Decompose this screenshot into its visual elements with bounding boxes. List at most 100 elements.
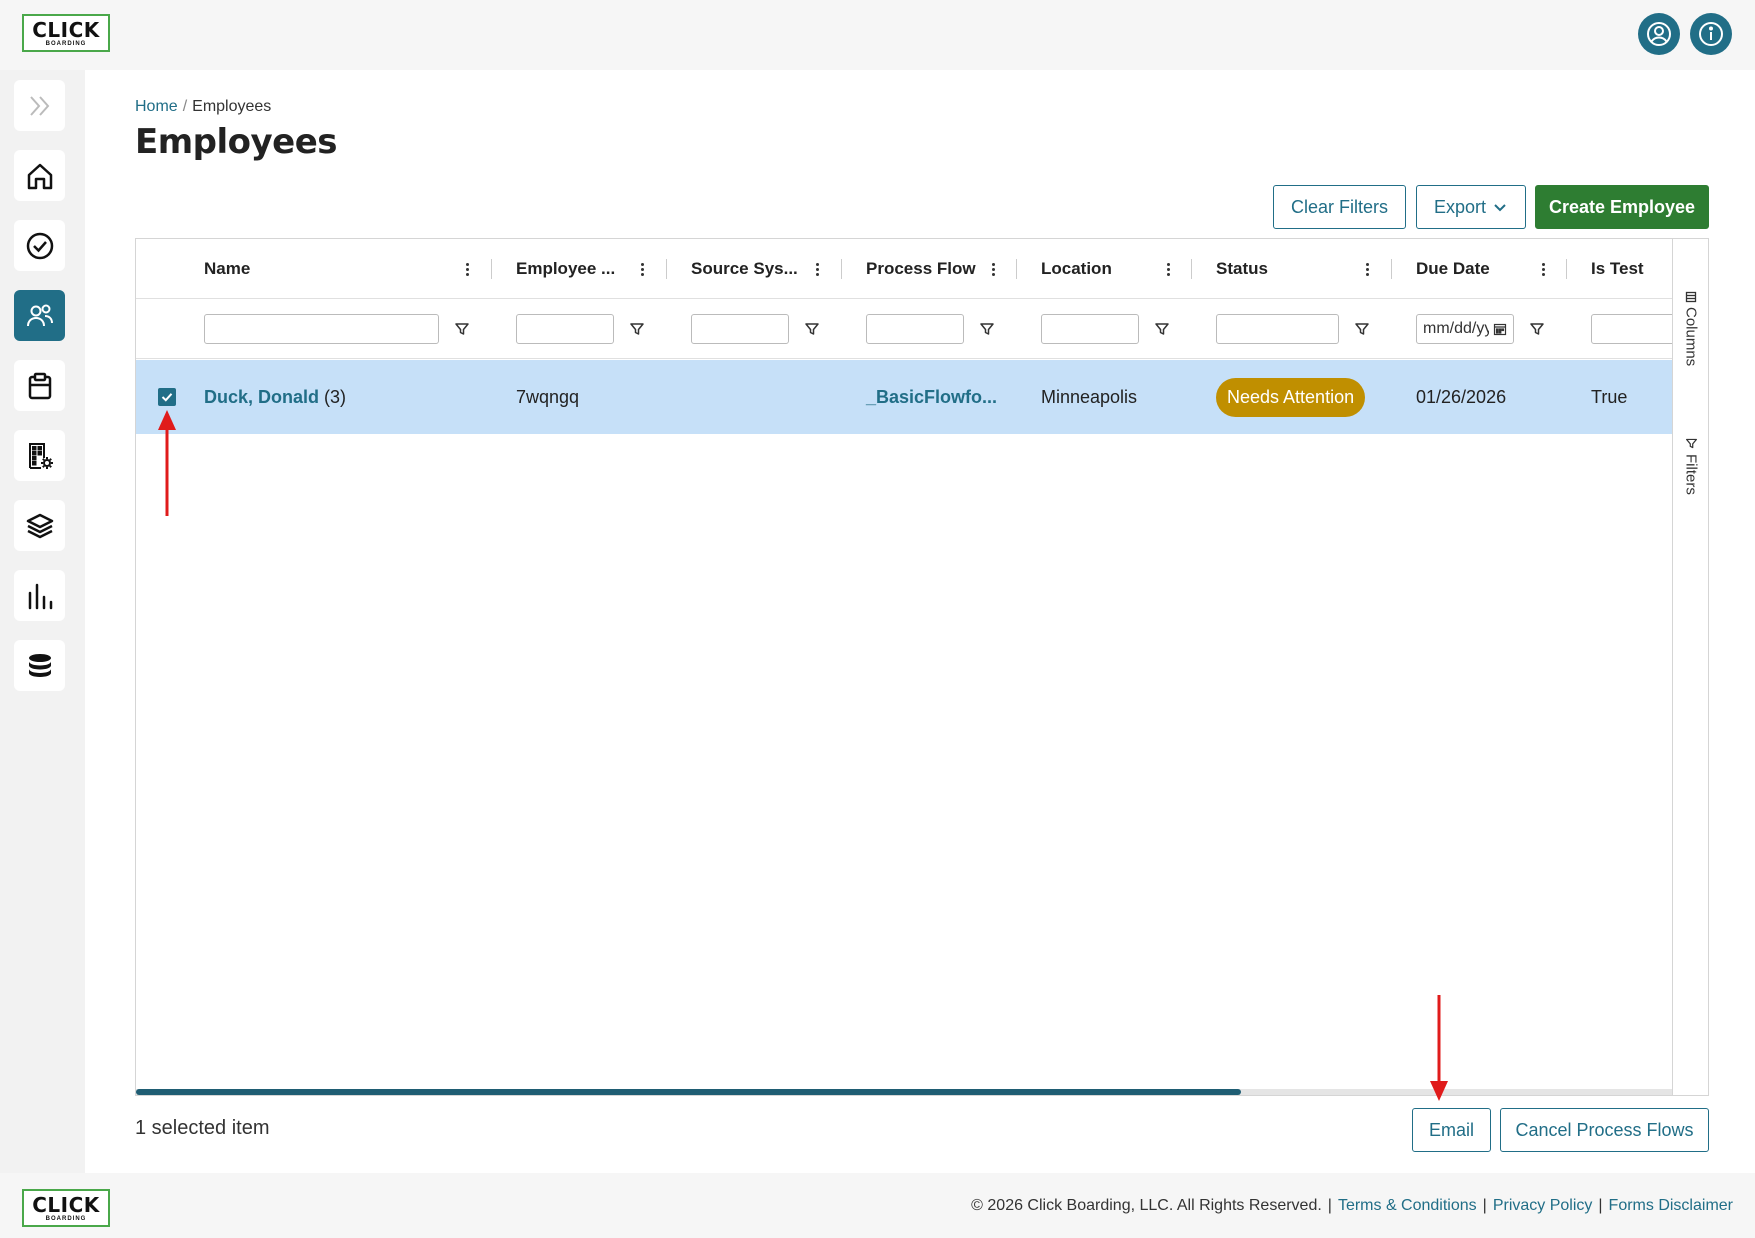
sidebar	[0, 70, 85, 1173]
sidebar-item-home[interactable]	[14, 150, 65, 201]
columns-icon	[1685, 291, 1697, 303]
columns-panel-tab[interactable]: Columns	[1673, 291, 1709, 366]
home-icon	[27, 163, 52, 189]
due-date-filter-input[interactable]: mm/dd/yyyy	[1416, 314, 1514, 344]
annotation-arrow-up-icon	[158, 410, 176, 516]
column-separator[interactable]	[1016, 259, 1017, 279]
filter-icon	[1685, 438, 1697, 449]
employee-name-count: (3)	[324, 386, 347, 407]
column-header-name[interactable]: Name	[204, 239, 250, 299]
clipboard-icon	[28, 372, 51, 399]
employee-id-filter-input[interactable]	[516, 314, 614, 344]
filter-icon[interactable]	[979, 321, 995, 337]
create-employee-button[interactable]: Create Employee	[1535, 185, 1709, 229]
column-header-is-test[interactable]: Is Test	[1591, 239, 1644, 299]
column-separator[interactable]	[491, 259, 492, 279]
column-separator[interactable]	[1566, 259, 1567, 279]
horizontal-scrollbar-thumb[interactable]	[136, 1089, 1241, 1095]
filter-icon[interactable]	[1354, 321, 1370, 337]
date-placeholder: mm/dd/yyyy	[1423, 320, 1489, 337]
privacy-policy-link[interactable]: Privacy Policy	[1493, 1197, 1593, 1214]
column-menu-icon[interactable]	[1360, 259, 1374, 279]
breadcrumb-separator: /	[182, 98, 188, 115]
grid-viewport: Name Employee ... Source Sys... Process …	[136, 239, 1672, 1095]
terms-link[interactable]: Terms & Conditions	[1338, 1197, 1477, 1214]
column-separator[interactable]	[841, 259, 842, 279]
calendar-icon[interactable]	[1493, 322, 1507, 336]
logo-subtext: BOARDING	[45, 1215, 87, 1222]
is-test-filter-input[interactable]	[1591, 314, 1672, 344]
column-menu-icon[interactable]	[810, 259, 824, 279]
info-icon	[1699, 22, 1723, 46]
column-header-due-date[interactable]: Due Date	[1416, 239, 1490, 299]
source-system-filter-input[interactable]	[691, 314, 789, 344]
check-circle-icon	[26, 232, 53, 259]
filter-icon[interactable]	[804, 321, 820, 337]
sidebar-expand-button[interactable]	[14, 80, 65, 131]
location-filter-input[interactable]	[1041, 314, 1139, 344]
table-row[interactable]: Duck, Donald (3) 7wqngq _BasicFlowfo... …	[136, 360, 1672, 434]
filters-panel-tab[interactable]: Filters	[1673, 437, 1709, 495]
process-flow-filter-input[interactable]	[866, 314, 964, 344]
column-separator[interactable]	[1391, 259, 1392, 279]
column-header-source-system[interactable]: Source Sys...	[691, 239, 798, 299]
filter-icon[interactable]	[454, 321, 470, 337]
breadcrumb: Home / Employees	[135, 98, 271, 116]
logo-text: CLICK	[32, 17, 100, 42]
forms-disclaimer-link[interactable]: Forms Disclaimer	[1609, 1197, 1733, 1214]
sidebar-item-forms[interactable]	[14, 360, 65, 411]
clear-filters-button[interactable]: Clear Filters	[1273, 185, 1406, 229]
employee-name-link[interactable]: Duck, Donald	[204, 387, 319, 408]
email-button[interactable]: Email	[1412, 1108, 1491, 1152]
column-header-status[interactable]: Status	[1216, 239, 1268, 299]
selected-items-count: 1 selected item	[135, 1117, 270, 1139]
user-profile-button[interactable]	[1638, 13, 1680, 55]
filter-icon[interactable]	[629, 321, 645, 337]
sidebar-item-reports[interactable]	[14, 570, 65, 621]
breadcrumb-home-link[interactable]: Home	[135, 98, 178, 115]
status-filter-input[interactable]	[1216, 314, 1339, 344]
logo-subtext: BOARDING	[45, 40, 87, 47]
process-flow-link[interactable]: _BasicFlowfo...	[866, 360, 997, 434]
sidebar-item-data[interactable]	[14, 640, 65, 691]
grid-side-panel: Columns Filters	[1672, 239, 1708, 1095]
logo-text: CLICK	[32, 1192, 100, 1217]
column-header-employee-id[interactable]: Employee ...	[516, 239, 615, 299]
sidebar-item-organization[interactable]	[14, 430, 65, 481]
grid-filter-row: mm/dd/yyyy	[136, 299, 1672, 359]
column-menu-icon[interactable]	[1161, 259, 1175, 279]
row-checkbox[interactable]	[158, 388, 176, 406]
user-profile-icon	[1647, 22, 1671, 46]
sidebar-item-tasks[interactable]	[14, 220, 65, 271]
column-menu-icon[interactable]	[986, 259, 1000, 279]
sidebar-item-employees[interactable]	[14, 290, 65, 341]
page-title: Employees	[135, 122, 338, 162]
click-boarding-logo[interactable]: CLICK BOARDING	[22, 14, 110, 52]
export-button[interactable]: Export	[1416, 185, 1526, 229]
chevron-down-icon	[1494, 204, 1506, 212]
column-separator[interactable]	[666, 259, 667, 279]
due-date-cell: 01/26/2026	[1416, 386, 1507, 407]
click-boarding-logo: CLICK BOARDING	[22, 1189, 110, 1227]
export-label: Export	[1433, 196, 1487, 217]
column-header-process-flow[interactable]: Process Flow	[866, 239, 976, 299]
main-content: Home / Employees Employees Clear Filters E…	[85, 70, 1755, 1173]
layers-icon	[26, 513, 53, 538]
employee-id-cell: 7wqngq	[516, 386, 580, 407]
name-filter-input[interactable]	[204, 314, 439, 344]
column-menu-icon[interactable]	[635, 259, 649, 279]
filter-icon[interactable]	[1154, 321, 1170, 337]
database-icon	[28, 653, 51, 677]
column-menu-icon[interactable]	[460, 259, 474, 279]
filter-icon[interactable]	[1529, 321, 1545, 337]
column-header-location[interactable]: Location	[1041, 239, 1112, 299]
sidebar-item-processes[interactable]	[14, 500, 65, 551]
column-menu-icon[interactable]	[1536, 259, 1550, 279]
cancel-process-flows-button[interactable]: Cancel Process Flows	[1500, 1108, 1709, 1152]
column-separator[interactable]	[1191, 259, 1192, 279]
footer: CLICK BOARDING © 2026 Click Boarding, LL…	[0, 1173, 1755, 1238]
building-settings-icon	[28, 442, 53, 469]
status-cell: Needs Attention	[1216, 360, 1366, 434]
annotation-arrow-down-icon	[1430, 995, 1448, 1101]
info-button[interactable]	[1690, 13, 1732, 55]
